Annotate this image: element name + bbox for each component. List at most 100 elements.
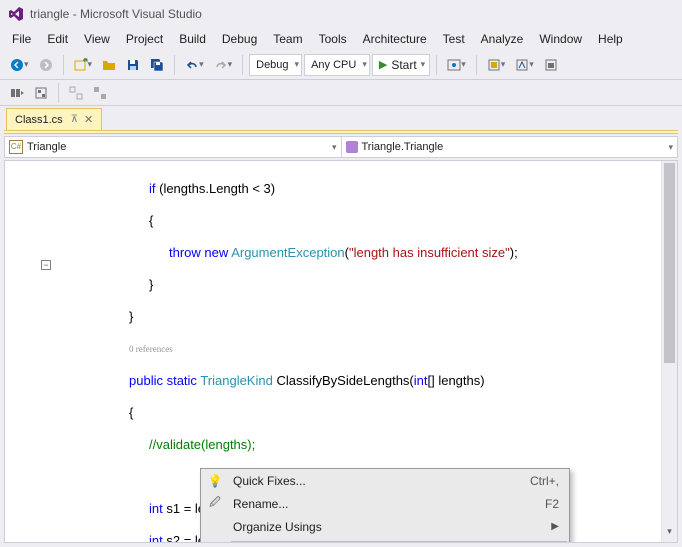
config-value: Debug [256, 59, 288, 71]
code-token: "length has insufficient size" [349, 245, 510, 260]
editor-gutter [5, 161, 49, 542]
code-token: TriangleKind [200, 373, 273, 388]
ctx-label: Quick Fixes... [233, 474, 530, 488]
class-icon [346, 141, 358, 153]
menubar: File Edit View Project Build Debug Team … [0, 28, 682, 50]
tb2-btn-2[interactable] [30, 82, 52, 104]
ctx-shortcut: F2 [545, 497, 559, 511]
scroll-down-icon[interactable]: ▾ [662, 526, 677, 542]
save-button[interactable] [122, 54, 144, 76]
open-file-button[interactable] [98, 54, 120, 76]
menu-analyze[interactable]: Analyze [473, 30, 532, 48]
tool-btn-1[interactable]: ▾ [483, 54, 510, 76]
chevron-down-icon: ▾ [421, 59, 426, 70]
platform-combo[interactable]: Any CPU ▾ [304, 54, 370, 76]
chevron-down-icon: ▾ [88, 59, 93, 70]
pin-icon[interactable]: ⊼ [71, 114, 78, 125]
code-token: } [49, 277, 677, 293]
ctx-label: Rename... [233, 497, 545, 511]
save-all-button[interactable] [146, 54, 168, 76]
chevron-down-icon: ▾ [362, 59, 367, 70]
chevron-down-icon: ▾ [668, 142, 673, 153]
nav-scope-label: Triangle [27, 141, 66, 153]
menu-debug[interactable]: Debug [214, 30, 265, 48]
tb2-btn-4[interactable] [89, 82, 111, 104]
start-label: Start [391, 58, 416, 72]
tab-class1[interactable]: Class1.cs ⊼ ✕ [6, 108, 102, 130]
chevron-down-icon: ▾ [228, 59, 233, 70]
browser-link-button[interactable]: ▾ [443, 54, 470, 76]
code-token: ArgumentException [231, 245, 344, 260]
menu-help[interactable]: Help [590, 30, 631, 48]
code-token: int [414, 373, 428, 388]
start-debug-button[interactable]: ▶ Start ▾ [372, 54, 430, 76]
menu-build[interactable]: Build [171, 30, 214, 48]
code-token: [] lengths) [428, 373, 485, 388]
code-token: { [49, 405, 677, 421]
code-token: new [204, 245, 228, 260]
menu-architecture[interactable]: Architecture [355, 30, 435, 48]
scrollbar-thumb[interactable] [664, 163, 675, 363]
document-tabbar: Class1.cs ⊼ ✕ [0, 106, 682, 130]
tool-btn-2[interactable]: ▾ [511, 54, 538, 76]
code-token: ClassifyBySideLengths( [276, 373, 413, 388]
window-title: triangle - Microsoft Visual Studio [30, 7, 202, 21]
platform-value: Any CPU [311, 59, 356, 71]
vs-logo-icon [8, 6, 24, 22]
code-token: static [167, 373, 197, 388]
code-token: } [49, 309, 677, 325]
submenu-arrow-icon: ▶ [551, 521, 559, 532]
chevron-down-icon: ▾ [461, 59, 466, 70]
redo-button[interactable]: ▾ [210, 54, 237, 76]
nav-scope[interactable]: C# Triangle ▾ [5, 137, 342, 157]
outline-collapse-icon[interactable]: − [41, 260, 51, 270]
menu-project[interactable]: Project [118, 30, 171, 48]
nav-member-label: Triangle.Triangle [362, 141, 444, 153]
play-icon: ▶ [379, 58, 387, 71]
menu-team[interactable]: Team [265, 30, 310, 48]
code-token: throw [169, 245, 201, 260]
tool-btn-3[interactable] [540, 54, 562, 76]
main-toolbar: ▾ ▾ ▾ ▾ Debug ▾ Any CPU ▾ ▶ Start ▾ ▾ ▾ ▾ [0, 50, 682, 80]
ctx-label: Organize Usings [233, 520, 551, 534]
tb2-btn-1[interactable] [6, 82, 28, 104]
nav-back-button[interactable]: ▾ [6, 54, 33, 76]
nav-fwd-button[interactable] [35, 54, 57, 76]
code-nav-bar: C# Triangle ▾ Triangle.Triangle ▾ [4, 136, 678, 158]
csharp-icon: C# [9, 140, 23, 154]
codelens-indicator[interactable]: 0 references [49, 341, 677, 357]
menu-view[interactable]: View [76, 30, 118, 48]
titlebar: triangle - Microsoft Visual Studio [0, 0, 682, 28]
chevron-down-icon: ▾ [332, 142, 337, 153]
context-menu: 💡 Quick Fixes... Ctrl+, 🖉 Rename... F2 O… [200, 468, 570, 543]
secondary-toolbar [0, 80, 682, 106]
code-editor[interactable]: − if (lengths.Length < 3) { throw new Ar… [4, 160, 678, 543]
code-token: { [49, 213, 677, 229]
vertical-scrollbar[interactable]: ▴ ▾ [661, 161, 677, 542]
ctx-rename[interactable]: 🖉 Rename... F2 [201, 492, 569, 515]
menu-file[interactable]: File [4, 30, 39, 48]
tab-label: Class1.cs [15, 114, 63, 126]
menu-edit[interactable]: Edit [39, 30, 76, 48]
ctx-quick-fixes[interactable]: 💡 Quick Fixes... Ctrl+, [201, 469, 569, 492]
tb2-btn-3[interactable] [65, 82, 87, 104]
rename-icon: 🖉 [207, 496, 223, 512]
code-token: //validate(lengths); [149, 437, 255, 452]
menu-window[interactable]: Window [531, 30, 590, 48]
chevron-down-icon: ▾ [24, 59, 29, 70]
chevron-down-icon: ▾ [501, 59, 506, 70]
config-combo[interactable]: Debug ▾ [249, 54, 302, 76]
ctx-organize-usings[interactable]: Organize Usings ▶ [201, 515, 569, 538]
code-token: ); [510, 245, 518, 260]
new-project-button[interactable]: ▾ [70, 54, 97, 76]
close-icon[interactable]: ✕ [84, 113, 93, 126]
chevron-down-icon: ▾ [199, 59, 204, 70]
code-token: public [129, 373, 163, 388]
chevron-down-icon: ▾ [529, 59, 534, 70]
menu-test[interactable]: Test [435, 30, 473, 48]
menu-tools[interactable]: Tools [311, 30, 355, 48]
ctx-shortcut: Ctrl+, [530, 474, 559, 488]
nav-member[interactable]: Triangle.Triangle ▾ [342, 137, 678, 157]
undo-button[interactable]: ▾ [181, 54, 208, 76]
chevron-down-icon: ▾ [295, 59, 300, 70]
